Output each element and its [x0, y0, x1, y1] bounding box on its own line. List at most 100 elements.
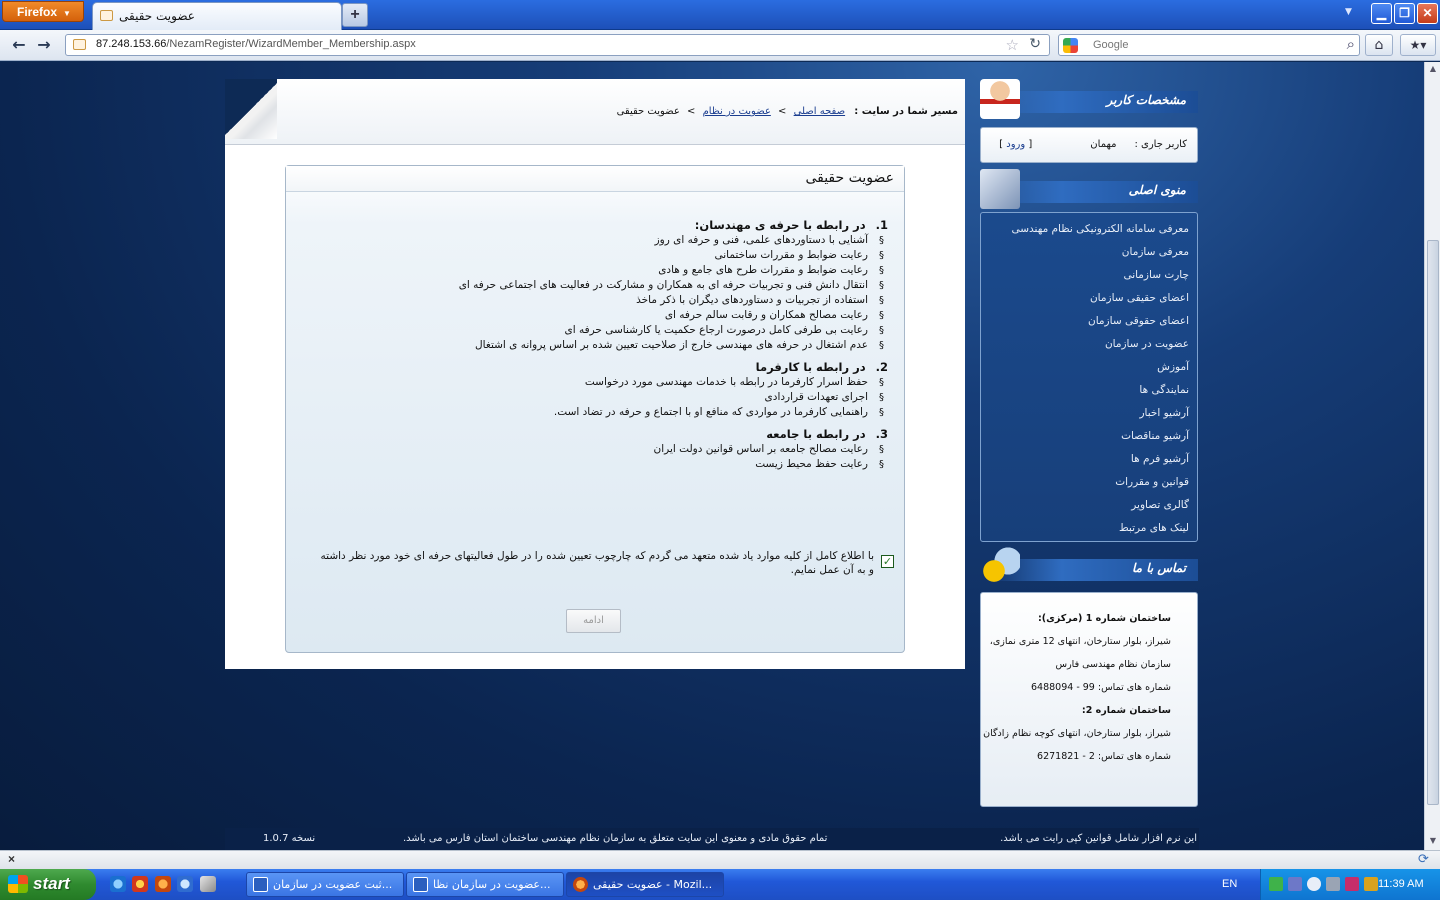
tab-list-icon[interactable]: ▼	[1345, 7, 1352, 17]
scroll-up-icon[interactable]: ▲	[1428, 64, 1438, 73]
user-info-title: مشخصات کاربر	[1106, 93, 1186, 107]
menu-item-links[interactable]: لینک های مرتبط	[1119, 522, 1189, 534]
new-tab-button[interactable]: +	[342, 3, 368, 27]
bookmarks-menu-icon[interactable]: ★▾	[1400, 34, 1436, 56]
list-item-text: رعایت بی طرفی کامل درصورت ارجاع حکمیت یا…	[564, 324, 868, 336]
list-item: § انتقال دانش فنی و تجربیات حرفه ای به هم…	[318, 278, 888, 293]
list-item: § اجرای تعهدات قراردادی	[318, 390, 888, 405]
back-arrow-icon[interactable]: ←	[7, 34, 31, 56]
taskbar-item-firefox[interactable]: عضویت حقیقی - Mozil...	[566, 872, 724, 897]
scrollbar-thumb[interactable]	[1427, 240, 1439, 805]
search-input[interactable]: Google	[1093, 39, 1128, 51]
membership-terms-panel: عضویت حقیقی 1. در رابطه با حرفه ی مهندسان…	[285, 165, 905, 653]
bullet-icon: §	[879, 265, 884, 276]
vertical-scrollbar[interactable]: ▲ ▼	[1424, 62, 1440, 850]
address-bar[interactable]: 87.248.153.66/NezamRegister/WizardMember…	[65, 34, 1050, 56]
list-item-text: عدم اشتغال در حرفه های مهندسی خارج از صل…	[475, 339, 868, 351]
list-item: § راهنمایی کارفرما در مواردی که منافع او …	[318, 405, 888, 420]
close-window-icon[interactable]: ✕	[1417, 3, 1438, 24]
login-bracket-open: [	[1028, 139, 1033, 150]
contact-line: شماره های تماس: 99 - 6488094	[1030, 682, 1171, 693]
browser-tab-active[interactable]: عضویت حقیقی	[92, 2, 342, 30]
page-favicon-icon	[100, 10, 113, 21]
search-bar[interactable]: Google ⌕	[1058, 34, 1360, 56]
bullet-icon: §	[879, 280, 884, 291]
restore-icon[interactable]: ❐	[1394, 3, 1415, 24]
footer-version: نسخه 1.0.7	[263, 833, 316, 844]
dropdown-arrow-icon: ▼	[63, 9, 71, 18]
list-item: § استفاده از تجربیات و دستاوردهای دیگران …	[318, 293, 888, 308]
browser-tab-bar: Firefox ▼ عضویت حقیقی + ▼ ▁ ❐ ✕	[0, 0, 1440, 30]
url-text[interactable]: 87.248.153.66/NezamRegister/WizardMember…	[96, 38, 416, 50]
menu-item-org-intro[interactable]: معرفی سازمان	[1122, 246, 1189, 258]
list-item: § رعایت حفظ محیط زیست	[318, 457, 888, 472]
list-item: § رعایت ضوابط و مقررات طرح های جامع و هاد…	[318, 263, 888, 278]
tray-app-icon[interactable]	[1326, 877, 1340, 891]
list-item-text: اجرای تعهدات قراردادی	[764, 391, 868, 403]
taskbar-item-label: عضویت حقیقی - Mozil...	[593, 878, 713, 891]
messenger-icon[interactable]	[132, 876, 148, 892]
bullet-icon: §	[879, 250, 884, 261]
login-link[interactable]: ورود	[1006, 139, 1025, 150]
site-identity-icon[interactable]	[73, 39, 86, 50]
tray-app-icon[interactable]	[1364, 877, 1378, 891]
scroll-down-icon[interactable]: ▼	[1428, 836, 1438, 845]
breadcrumb-home-link[interactable]: صفحه اصلی	[794, 106, 845, 117]
word-icon	[253, 877, 268, 892]
firefox-icon[interactable]	[155, 876, 171, 892]
content-header: مسیر شما در سایت : صفحه اصلی > عضویت در …	[225, 79, 965, 145]
close-addon-bar-icon[interactable]: ×	[8, 852, 15, 866]
taskbar-item-word-1[interactable]: ثبت عضویت در سازمان...	[246, 872, 404, 897]
menu-item-real-members[interactable]: اعضای حقیقی سازمان	[1090, 292, 1189, 304]
agree-checkbox[interactable]: ✓	[881, 555, 894, 568]
menu-item-agencies[interactable]: نمایندگی ها	[1139, 384, 1189, 396]
tray-app-icon[interactable]	[1345, 877, 1359, 891]
menu-item-gallery[interactable]: گالری تصاویر	[1131, 499, 1189, 511]
terms-list: 1. در رابطه با حرفه ی مهندسان: § آشنایی با…	[318, 218, 888, 472]
menu-item-forms-archive[interactable]: آرشیو فرم ها	[1131, 453, 1189, 465]
section-heading: 3. در رابطه با جامعه	[318, 427, 888, 442]
taskbar-item-word-2[interactable]: عضویت در سازمان نظا...	[406, 872, 564, 897]
section-heading: 2. در رابطه با کارفرما	[318, 360, 888, 375]
list-item: § رعایت ضوابط و مقررات ساختمانی	[318, 248, 888, 263]
agree-label[interactable]: با اطلاع کامل از کلیه موارد یاد شده متعه…	[319, 549, 894, 577]
home-icon[interactable]: ⌂	[1365, 34, 1393, 56]
section-heading: 1. در رابطه با حرفه ی مهندسان:	[318, 218, 888, 233]
list-item: § حفظ اسرار کارفرما در رابطه با خدمات مهن…	[318, 375, 888, 390]
menu-item-legal-members[interactable]: اعضای حقوقی سازمان	[1088, 315, 1189, 327]
menu-item-news-archive[interactable]: آرشیو اخبار	[1139, 407, 1189, 419]
tray-app-icon[interactable]	[1288, 877, 1302, 891]
menu-item-tenders-archive[interactable]: آرشیو مناقصات	[1121, 430, 1189, 442]
minimize-icon[interactable]: ▁	[1371, 3, 1392, 24]
breadcrumb-separator: >	[687, 106, 696, 117]
internet-explorer-icon[interactable]	[110, 876, 126, 892]
browser-icon[interactable]	[177, 876, 193, 892]
user-info-box: کاربر جاری : مهمان [ ورود ]	[980, 127, 1198, 163]
menu-item-laws[interactable]: قوانین و مقررات	[1115, 476, 1189, 488]
bullet-icon: §	[879, 325, 884, 336]
forward-arrow-icon[interactable]: →	[32, 34, 56, 56]
bullet-icon: §	[879, 407, 884, 418]
menu-item-membership[interactable]: عضویت در سازمان	[1105, 338, 1189, 350]
menu-item-system-intro[interactable]: معرفی سامانه الکترونیکی نظام مهندسی	[1012, 223, 1190, 235]
tools-icon[interactable]	[200, 876, 216, 892]
windows-logo-icon	[8, 875, 28, 893]
start-button[interactable]: start	[0, 869, 96, 900]
tray-app-icon[interactable]	[1307, 877, 1321, 891]
menu-item-org-chart[interactable]: چارت سازمانی	[1123, 269, 1189, 281]
search-icon[interactable]: ⌕	[1347, 35, 1355, 53]
bookmark-star-icon[interactable]: ☆	[1006, 36, 1019, 54]
list-item-text: استفاده از تجربیات و دستاوردهای دیگران ب…	[636, 294, 868, 306]
language-indicator[interactable]: EN	[1222, 878, 1237, 890]
menu-item-training[interactable]: آموزش	[1157, 361, 1189, 373]
firefox-menu-button[interactable]: Firefox ▼	[2, 1, 84, 22]
contact-header: تماس با ما	[980, 547, 1198, 587]
breadcrumb-membership-link[interactable]: عضویت در نظام	[703, 106, 771, 117]
reload-icon[interactable]: ↻	[1029, 36, 1041, 52]
main-menu-title: منوی اصلی	[1128, 183, 1186, 197]
network-icon[interactable]	[1269, 877, 1283, 891]
bullet-icon: §	[879, 392, 884, 403]
google-icon[interactable]	[1063, 38, 1078, 53]
clock[interactable]: 11:39 AM	[1378, 878, 1424, 890]
continue-button[interactable]: ادامه	[566, 609, 621, 633]
